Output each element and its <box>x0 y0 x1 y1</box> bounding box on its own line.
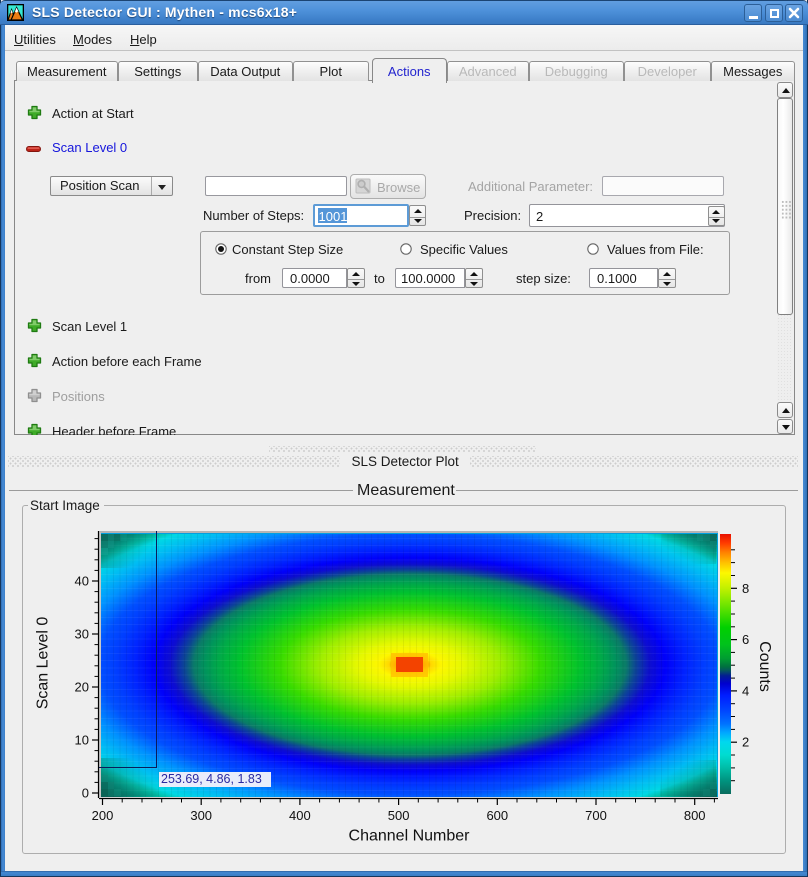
svg-text:Channel Number: Channel Number <box>349 828 471 845</box>
svg-text:30: 30 <box>75 627 89 642</box>
svg-text:400: 400 <box>289 808 311 823</box>
svg-text:8: 8 <box>742 581 749 596</box>
svg-text:800: 800 <box>684 808 706 823</box>
svg-text:2: 2 <box>742 735 749 750</box>
svg-text:500: 500 <box>388 808 410 823</box>
svg-text:40: 40 <box>75 574 89 589</box>
svg-text:4: 4 <box>742 683 749 698</box>
svg-text:Scan Level 0: Scan Level 0 <box>35 617 52 710</box>
svg-text:700: 700 <box>585 808 607 823</box>
svg-text:600: 600 <box>486 808 508 823</box>
svg-text:6: 6 <box>742 632 749 647</box>
svg-text:20: 20 <box>75 680 89 695</box>
svg-text:200: 200 <box>92 808 114 823</box>
svg-text:Counts: Counts <box>756 641 773 692</box>
svg-text:0: 0 <box>82 786 89 801</box>
svg-text:10: 10 <box>75 733 89 748</box>
svg-text:300: 300 <box>190 808 212 823</box>
